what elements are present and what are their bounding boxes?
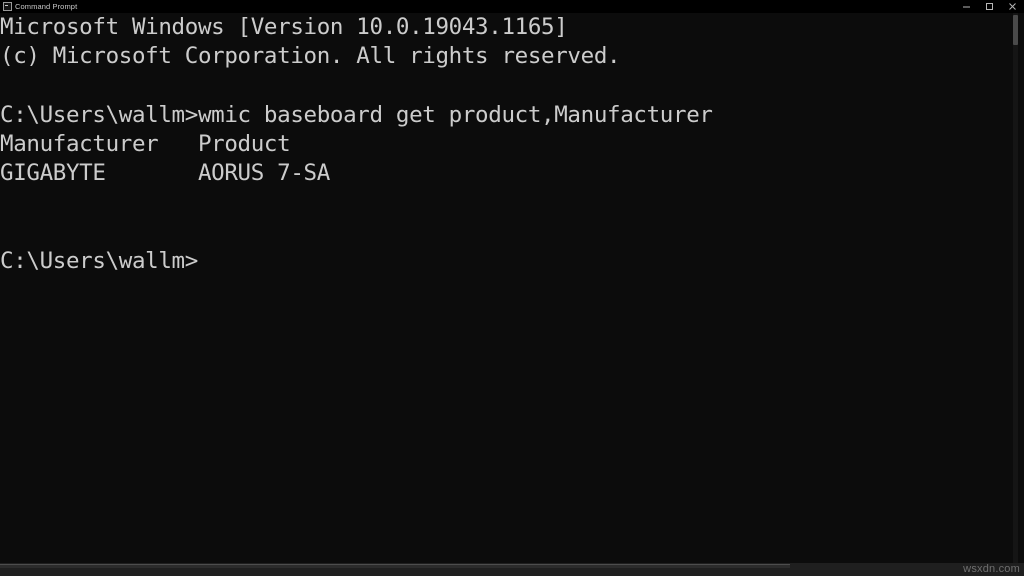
minimize-button[interactable] — [955, 0, 978, 13]
title-bar[interactable]: Command Prompt — [0, 0, 1024, 13]
console-icon — [3, 2, 12, 11]
window-controls — [955, 0, 1024, 13]
watermark: wsxdn.com — [963, 563, 1020, 575]
maximize-button[interactable] — [978, 0, 1001, 13]
console-text: Microsoft Windows [Version 10.0.19043.11… — [0, 14, 713, 274]
horizontal-scrollbar-thumb[interactable] — [0, 564, 790, 568]
vertical-scrollbar-thumb[interactable] — [1013, 15, 1018, 45]
command-prompt-window: Command Prompt Microsoft Windows [Versio… — [0, 0, 1024, 576]
vertical-scrollbar-track[interactable] — [1013, 13, 1018, 563]
window-title: Command Prompt — [15, 2, 78, 11]
console-output-area[interactable]: Microsoft Windows [Version 10.0.19043.11… — [0, 13, 1007, 563]
horizontal-scrollbar[interactable] — [0, 563, 1024, 576]
close-button[interactable] — [1001, 0, 1024, 13]
vertical-scrollbar[interactable] — [1007, 13, 1024, 563]
